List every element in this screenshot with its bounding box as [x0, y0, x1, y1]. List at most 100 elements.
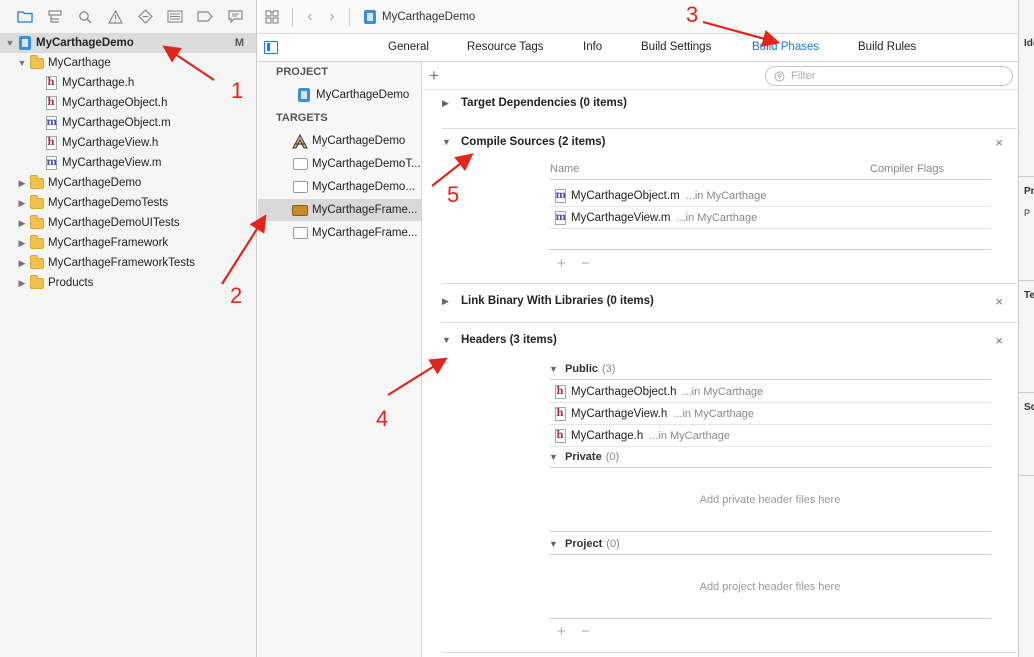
tree-item-file[interactable]: h MyCarthage.h: [0, 73, 134, 93]
header-file-row[interactable]: h MyCarthage.h ...in MyCarthage: [549, 425, 991, 447]
inspector-section-label: P: [1024, 208, 1031, 218]
file-name: MyCarthageView.h: [571, 407, 668, 420]
inspector-section-label: Sc: [1024, 402, 1034, 413]
phase-title: Link Binary With Libraries (0 items): [461, 295, 654, 307]
disclosure-triangle-icon[interactable]: ▶: [16, 238, 28, 249]
test-icon[interactable]: [130, 5, 160, 29]
folder-icon: [30, 174, 44, 190]
search-icon[interactable]: [70, 5, 100, 29]
tab-info[interactable]: Info: [583, 41, 602, 53]
delete-phase-icon[interactable]: ×: [995, 294, 1003, 309]
disclosure-triangle-icon[interactable]: ▶: [442, 98, 461, 109]
add-header-button[interactable]: +: [557, 623, 566, 640]
phase-title: Headers (3 items): [461, 334, 557, 346]
tree-item-folder[interactable]: ▶ Products: [0, 273, 93, 293]
tab-build-phases[interactable]: Build Phases: [752, 41, 819, 53]
disclosure-triangle-icon[interactable]: ▼: [4, 38, 16, 48]
delete-phase-icon[interactable]: ×: [995, 333, 1003, 348]
filter-field[interactable]: Filter: [765, 66, 1013, 86]
editor-tabs: General Resource Tags Info Build Setting…: [258, 34, 1018, 62]
target-item[interactable]: MyCarthageDemo...: [258, 176, 421, 198]
framework-icon: [292, 180, 308, 194]
tree-item-folder[interactable]: ▶ MyCarthageDemoUITests: [0, 213, 180, 233]
delete-phase-icon[interactable]: ×: [995, 135, 1003, 150]
disclosure-triangle-icon[interactable]: ▶: [442, 296, 461, 307]
disclosure-triangle-icon[interactable]: ▶: [16, 218, 28, 229]
phase-header[interactable]: ▼ Headers (3 items): [442, 334, 557, 346]
target-item[interactable]: MyCarthageDemoT...: [258, 153, 421, 175]
tab-build-rules[interactable]: Build Rules: [858, 41, 916, 53]
tree-item-folder[interactable]: ▶ MyCarthageFrameworkTests: [0, 253, 195, 273]
disclosure-triangle-icon[interactable]: ▼: [442, 335, 461, 345]
breadcrumb-label: MyCarthageDemo: [382, 10, 476, 23]
report-icon[interactable]: [220, 5, 250, 29]
column-header-name[interactable]: Name: [550, 163, 579, 175]
header-file-icon: h: [45, 96, 57, 110]
remove-header-button[interactable]: −: [581, 623, 590, 640]
tree-item-folder[interactable]: ▼ MyCarthage: [0, 53, 111, 73]
group-count: (0): [606, 538, 620, 550]
group-divider: [549, 554, 991, 555]
phase-header[interactable]: ▶ Target Dependencies (0 items): [442, 97, 627, 109]
debug-list-icon[interactable]: [160, 5, 190, 29]
private-headers-group[interactable]: ▼ Private (0): [549, 447, 991, 467]
column-header-compiler-flags[interactable]: Compiler Flags: [870, 163, 944, 175]
disclosure-triangle-icon[interactable]: ▶: [16, 258, 28, 269]
inspector-divider: [1019, 176, 1034, 177]
phase-header[interactable]: ▼ Compile Sources (2 items): [442, 136, 605, 148]
tree-item-folder[interactable]: ▶ MyCarthageDemoTests: [0, 193, 168, 213]
tree-item-folder[interactable]: ▶ MyCarthageFramework: [0, 233, 168, 253]
tree-item-file[interactable]: m MyCarthageObject.m: [0, 113, 171, 133]
project-file-icon: [18, 36, 32, 50]
tab-build-settings[interactable]: Build Settings: [641, 41, 711, 53]
tab-general[interactable]: General: [388, 41, 429, 53]
disclosure-triangle-icon[interactable]: ▼: [549, 364, 565, 374]
back-arrow-icon[interactable]: ‹: [299, 8, 321, 26]
target-item-selected[interactable]: MyCarthageFrame...: [258, 199, 421, 221]
header-file-icon: h: [554, 406, 566, 421]
disclosure-triangle-icon[interactable]: ▼: [16, 58, 28, 68]
breakpoint-icon[interactable]: [190, 5, 220, 29]
tree-item-project[interactable]: ▼ MyCarthageDemo M: [0, 33, 256, 53]
target-label: MyCarthageFrame...: [312, 227, 418, 239]
toolbox-icon: [292, 203, 308, 217]
folder-icon: [30, 54, 44, 70]
warning-icon[interactable]: [100, 5, 130, 29]
modified-badge: M: [234, 37, 244, 49]
tree-item-folder[interactable]: ▶ MyCarthageDemo: [0, 173, 141, 193]
breadcrumb[interactable]: MyCarthageDemo: [364, 9, 476, 24]
source-file-row[interactable]: m MyCarthageView.m ...in MyCarthage: [549, 207, 991, 229]
related-items-grid-icon[interactable]: [258, 10, 286, 24]
tree-item-file[interactable]: h MyCarthageView.h: [0, 133, 158, 153]
folder-icon[interactable]: [10, 5, 40, 29]
tab-resource-tags[interactable]: Resource Tags: [467, 41, 544, 53]
disclosure-triangle-icon[interactable]: ▶: [16, 178, 28, 189]
remove-file-button[interactable]: −: [581, 255, 590, 272]
project-headers-group[interactable]: ▼ Project (0): [549, 534, 991, 554]
add-build-phase-button[interactable]: +: [429, 66, 439, 86]
header-file-row[interactable]: h MyCarthageObject.h ...in MyCarthage: [549, 381, 991, 403]
annotation-number-1: 1: [231, 78, 244, 103]
forward-arrow-icon[interactable]: ›: [321, 8, 343, 26]
list-divider: [549, 249, 991, 250]
target-item[interactable]: MyCarthageFrame...: [258, 222, 421, 244]
show-targets-panel-icon[interactable]: [264, 41, 278, 54]
public-headers-group[interactable]: ▼ Public (3): [549, 359, 991, 379]
project-navigator: ▼ MyCarthageDemo M ▼ MyCarthage h MyCart…: [0, 0, 257, 657]
hierarchy-icon[interactable]: [40, 5, 70, 29]
target-item[interactable]: MyCarthageDemo: [258, 130, 421, 152]
project-item[interactable]: MyCarthageDemo: [258, 84, 421, 106]
disclosure-triangle-icon[interactable]: ▶: [16, 278, 28, 289]
disclosure-triangle-icon[interactable]: ▼: [549, 452, 565, 462]
tree-item-file[interactable]: h MyCarthageObject.h: [0, 93, 167, 113]
header-file-row[interactable]: h MyCarthageView.h ...in MyCarthage: [549, 403, 991, 425]
header-file-icon: h: [554, 428, 566, 443]
disclosure-triangle-icon[interactable]: ▶: [16, 198, 28, 209]
tree-item-file[interactable]: m MyCarthageView.m: [0, 153, 162, 173]
annotation-number-3: 3: [686, 2, 699, 27]
source-file-row[interactable]: m MyCarthageObject.m ...in MyCarthage: [549, 185, 991, 207]
add-file-button[interactable]: +: [557, 255, 566, 272]
phase-header[interactable]: ▶ Link Binary With Libraries (0 items): [442, 295, 654, 307]
disclosure-triangle-icon[interactable]: ▼: [549, 539, 565, 549]
disclosure-triangle-icon[interactable]: ▼: [442, 137, 461, 147]
